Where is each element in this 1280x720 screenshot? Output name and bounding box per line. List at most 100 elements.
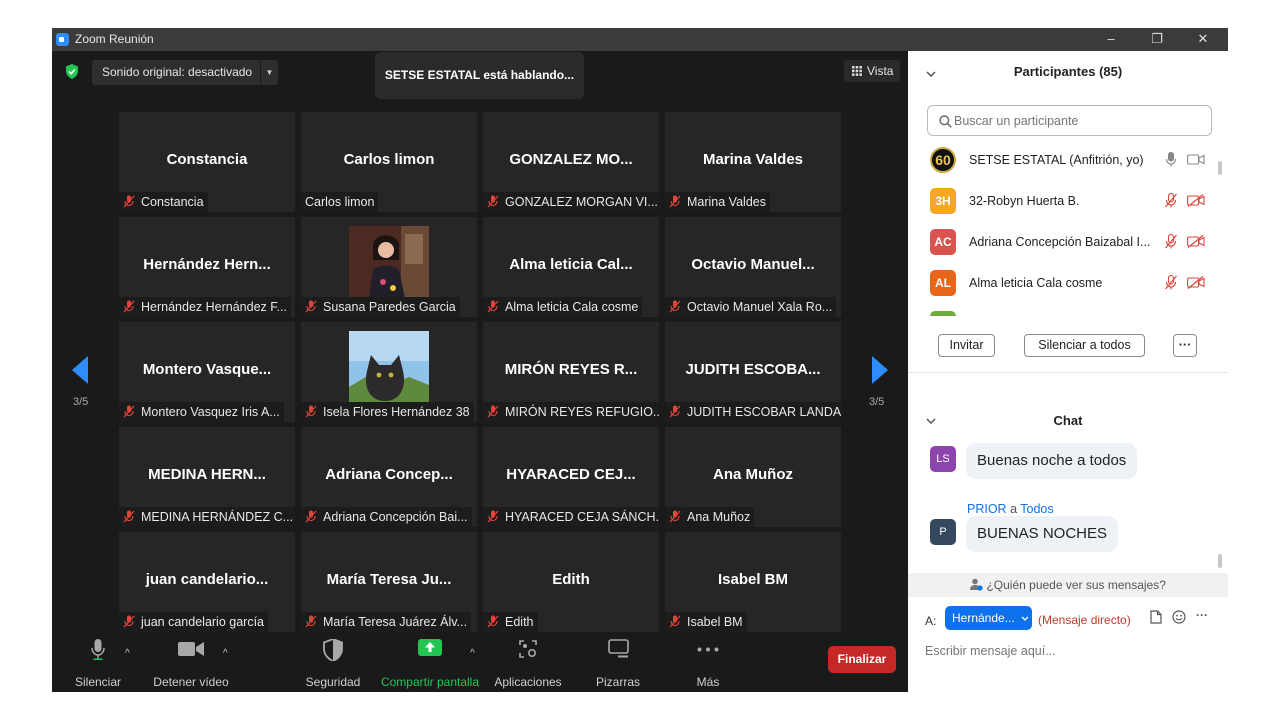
participant-tile[interactable]: Isela Flores Hernández 38	[301, 322, 477, 422]
participant-list-scrollbar[interactable]	[1218, 161, 1222, 175]
chat-sender-name[interactable]: PRIOR	[967, 502, 1007, 516]
participant-tile[interactable]: MIRÓN REYES R... MIRÓN REYES REFUGIO...	[483, 322, 659, 422]
participant-search[interactable]	[927, 105, 1212, 136]
participant-tile[interactable]: JUDITH ESCOBA... JUDITH ESCOBAR LANDA	[665, 322, 841, 422]
participant-name: 32-Robyn Huerta B.	[969, 194, 1080, 208]
participant-tile[interactable]: Isabel BM Isabel BM	[665, 532, 841, 632]
muted-microphone-icon	[123, 510, 135, 523]
maximize-button[interactable]: ❐	[1134, 28, 1180, 51]
participant-tile[interactable]: Ana Muñoz Ana Muñoz	[665, 427, 841, 527]
mute-label: Silenciar	[74, 675, 122, 689]
end-meeting-button[interactable]: Finalizar	[828, 646, 896, 673]
muted-microphone-icon	[123, 195, 135, 208]
participant-name-text: Marina Valdes	[687, 195, 766, 209]
participant-tile-display-name: Octavio Manuel...	[691, 256, 815, 273]
previous-page-arrow-icon[interactable]	[72, 356, 88, 384]
participant-tile[interactable]: Octavio Manuel... Octavio Manuel Xala Ro.…	[665, 217, 841, 317]
participant-name-text: MIRÓN REYES REFUGIO...	[505, 405, 659, 419]
security-label: Seguridad	[305, 675, 361, 689]
participants-more-button[interactable]: ···	[1173, 334, 1197, 357]
muted-microphone-icon[interactable]	[1165, 234, 1177, 249]
mute-all-button[interactable]: Silenciar a todos	[1024, 334, 1145, 357]
muted-microphone-icon	[487, 510, 499, 523]
muted-microphone-icon	[123, 615, 135, 628]
video-options-caret-icon[interactable]: ^	[223, 648, 228, 659]
participant-name-text: Susana Paredes Garcia	[323, 300, 456, 314]
participant-name-text: Isela Flores Hernández 38	[323, 405, 470, 419]
participant-row[interactable]: 3H 32-Robyn Huerta B.	[908, 181, 1218, 222]
chat-to-label: A:	[925, 614, 937, 628]
participant-name-label: Marina Valdes	[665, 192, 770, 212]
participant-row[interactable]: AC Adriana Concepción Baizabal I...	[908, 222, 1218, 263]
video-off-icon[interactable]	[1187, 194, 1205, 207]
participant-tile[interactable]: HYARACED CEJ... HYARACED CEJA SÁNCH...	[483, 427, 659, 527]
encryption-shield-icon[interactable]	[65, 64, 79, 79]
participant-tile[interactable]: juan candelario... juan candelario garcía	[119, 532, 295, 632]
panel-divider	[908, 372, 1228, 373]
file-icon[interactable]	[1150, 610, 1162, 624]
participant-tile-display-name: MEDINA HERN...	[148, 466, 266, 483]
video-off-icon[interactable]	[1187, 276, 1205, 289]
chat-more-button[interactable]: ···	[1196, 608, 1208, 622]
participant-name-text: Carlos limon	[305, 195, 375, 209]
who-can-see-messages[interactable]: ¿Quién puede ver sus mensajes?	[908, 573, 1228, 597]
share-options-caret-icon[interactable]: ^	[470, 648, 475, 659]
participant-name-text: JUDITH ESCOBAR LANDA	[687, 405, 841, 419]
participant-tile[interactable]: Edith Edith	[483, 532, 659, 632]
participant-tile[interactable]: Constancia Constancia	[119, 112, 295, 212]
view-button[interactable]: Vista	[844, 60, 900, 82]
close-button[interactable]: ✕	[1180, 28, 1226, 51]
participant-tile[interactable]: Montero Vasque... Montero Vasquez Iris A.…	[119, 322, 295, 422]
original-sound-dropdown-icon[interactable]: ▼	[260, 60, 278, 85]
chat-avatar-1: LS	[930, 446, 956, 472]
participant-name-label: Constancia	[119, 192, 208, 212]
participant-tile[interactable]: Susana Paredes Garcia	[301, 217, 477, 317]
emoji-icon[interactable]	[1172, 610, 1186, 624]
participant-row[interactable]	[908, 304, 1218, 316]
participant-tile[interactable]: MEDINA HERN... MEDINA HERNÁNDEZ C...	[119, 427, 295, 527]
participant-tile[interactable]: Marina Valdes Marina Valdes	[665, 112, 841, 212]
participant-tile[interactable]: Adriana Concep... Adriana Concepción Bai.…	[301, 427, 477, 527]
participant-tile[interactable]: María Teresa Ju... María Teresa Juárez Ál…	[301, 532, 477, 632]
chat-recipient-dropdown[interactable]: Hernánde...	[945, 606, 1032, 630]
participant-name-text: María Teresa Juárez Álv...	[323, 615, 468, 629]
muted-microphone-icon[interactable]	[1165, 275, 1177, 290]
original-sound-toggle[interactable]: Sonido original: desactivado ▼	[92, 60, 278, 85]
chat-avatar-2: P	[930, 519, 956, 545]
chat-scrollbar[interactable]	[1218, 554, 1222, 568]
participant-name-text: GONZALEZ MORGAN VI...	[505, 195, 658, 209]
participant-tile-display-name: MIRÓN REYES R...	[504, 361, 638, 378]
participant-row[interactable]: AL Alma leticia Cala cosme	[908, 263, 1218, 304]
video-area: Sonido original: desactivado ▼ SETSE EST…	[52, 51, 908, 692]
chat-message-input[interactable]	[925, 641, 1215, 661]
muted-microphone-icon	[305, 405, 317, 418]
participant-name-label: juan candelario garcía	[119, 612, 268, 632]
invite-button[interactable]: Invitar	[938, 334, 995, 357]
participant-name-label: Hernández Hernández F...	[119, 297, 291, 317]
participant-name: Alma leticia Cala cosme	[969, 276, 1103, 290]
participant-tile[interactable]: GONZALEZ MO... GONZALEZ MORGAN VI...	[483, 112, 659, 212]
participant-row[interactable]: 60 SETSE ESTATAL (Anfitrión, yo)	[908, 140, 1218, 181]
share-screen-label: Compartir pantalla	[380, 675, 480, 689]
minimize-button[interactable]: –	[1088, 28, 1134, 51]
audio-options-caret-icon[interactable]: ^	[125, 648, 130, 659]
original-sound-label: Sonido original: desactivado	[102, 65, 253, 79]
participant-name-text: Ana Muñoz	[687, 510, 751, 524]
video-camera-icon[interactable]	[1187, 153, 1205, 166]
participant-name-text: Hernández Hernández F...	[141, 300, 287, 314]
muted-microphone-icon	[123, 300, 135, 313]
participant-tile[interactable]: Carlos limon Carlos limon	[301, 112, 477, 212]
participant-search-input[interactable]	[954, 112, 1204, 130]
next-page-arrow-icon[interactable]	[872, 356, 888, 384]
muted-microphone-icon[interactable]	[1165, 193, 1177, 208]
participant-tile[interactable]: Hernández Hern... Hernández Hernández F..…	[119, 217, 295, 317]
participant-tile[interactable]: Alma leticia Cal... Alma leticia Cala cos…	[483, 217, 659, 317]
muted-microphone-icon	[305, 615, 317, 628]
participant-name-label: GONZALEZ MORGAN VI...	[483, 192, 659, 212]
page-indicator-right: 3/5	[869, 396, 885, 408]
whiteboard-icon	[608, 639, 629, 658]
participant-tile-display-name: Adriana Concep...	[325, 466, 453, 483]
participant-name-label: JUDITH ESCOBAR LANDA	[665, 402, 841, 422]
video-off-icon[interactable]	[1187, 235, 1205, 248]
microphone-icon[interactable]	[1165, 152, 1177, 167]
